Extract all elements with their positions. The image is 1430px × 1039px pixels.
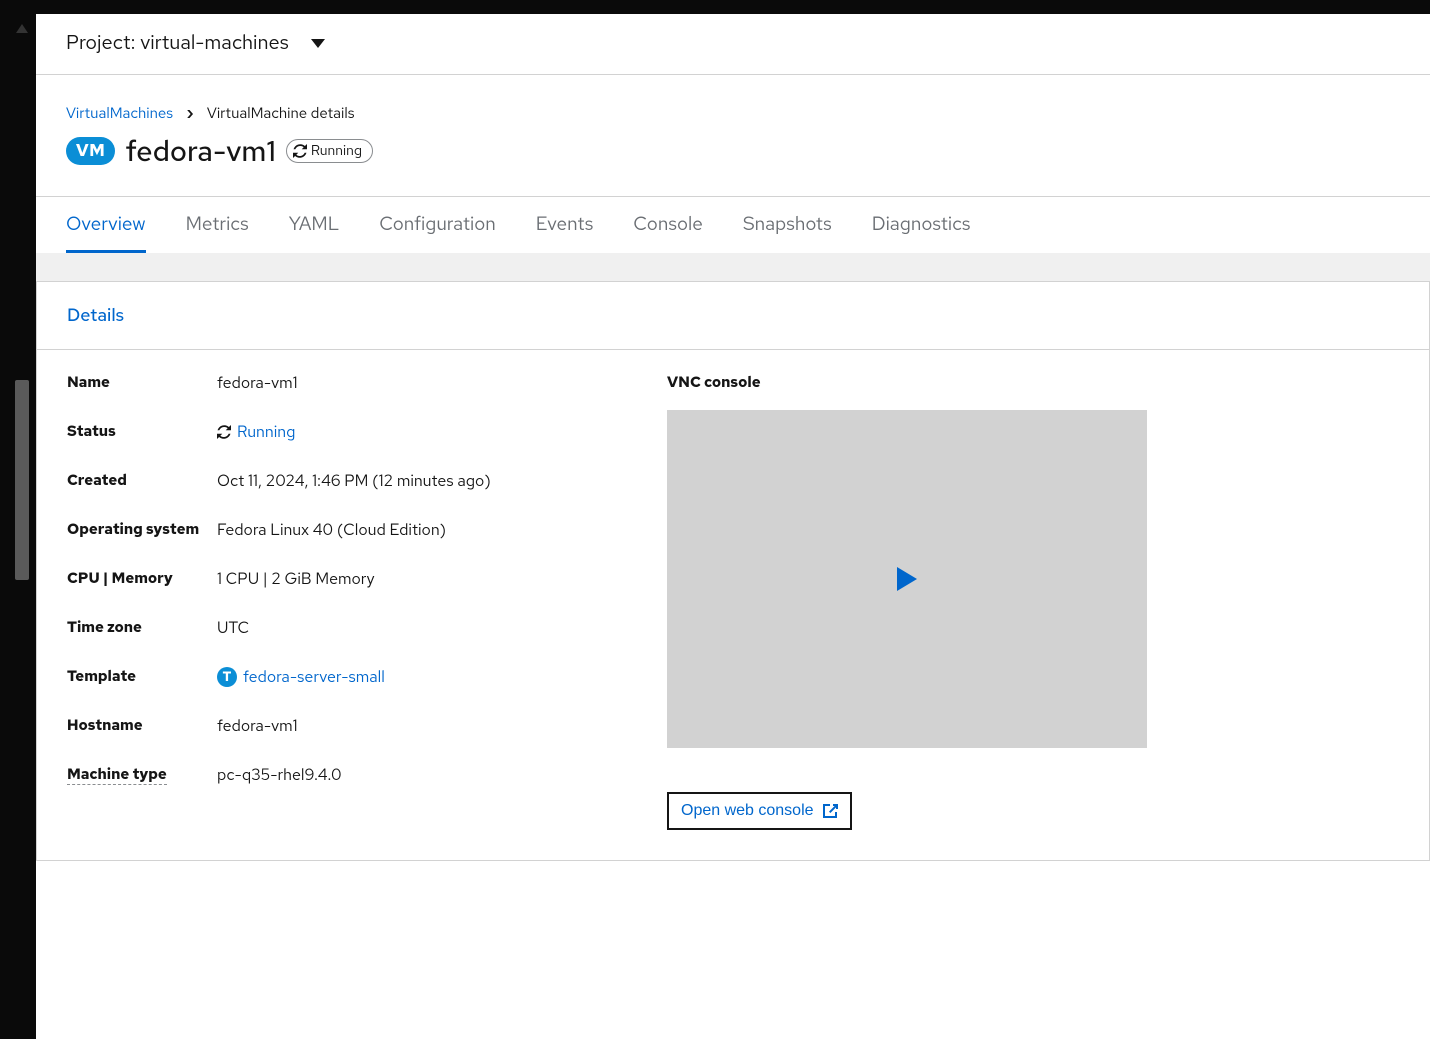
label-template: Template <box>67 666 136 686</box>
template-badge-icon: T <box>217 667 237 687</box>
tab-diagnostics[interactable]: Diagnostics <box>872 197 971 253</box>
label-machine-type: Machine type <box>67 764 167 785</box>
main-panel: Project: virtual-machines VirtualMachine… <box>36 14 1430 1039</box>
project-selector[interactable]: Project: virtual-machines <box>36 14 1430 75</box>
tab-events[interactable]: Events <box>536 197 594 253</box>
caret-down-icon <box>311 39 325 48</box>
value-template[interactable]: fedora-server-small <box>243 666 385 687</box>
value-hostname: fedora-vm1 <box>217 715 298 736</box>
breadcrumb-current: VirtualMachine details <box>207 103 355 123</box>
details-column: Name fedora-vm1 Status Running <box>67 372 627 830</box>
page-title: fedora-vm1 <box>125 131 276 170</box>
label-status: Status <box>67 421 116 441</box>
tab-configuration[interactable]: Configuration <box>379 197 495 253</box>
tab-overview[interactable]: Overview <box>66 197 146 253</box>
status-pill: Running <box>286 139 373 163</box>
label-cpu-memory: CPU | Memory <box>67 568 173 588</box>
value-cpu-memory: 1 CPU | 2 GiB Memory <box>217 568 375 589</box>
label-os: Operating system <box>67 519 199 539</box>
scrollbar-thumb[interactable] <box>15 380 29 580</box>
tab-console[interactable]: Console <box>633 197 703 253</box>
scrollbar-up-arrow[interactable] <box>16 24 28 33</box>
label-name: Name <box>67 372 110 392</box>
content-area: Details Name fedora-vm1 Status <box>36 253 1430 861</box>
label-created: Created <box>67 470 127 490</box>
value-timezone: UTC <box>217 617 249 638</box>
value-machine-type: pc-q35-rhel9.4.0 <box>217 764 342 785</box>
console-column: VNC console Open web console <box>667 372 1399 830</box>
value-status[interactable]: Running <box>237 421 295 442</box>
value-created: Oct 11, 2024, 1:46 PM (12 minutes ago) <box>217 470 491 491</box>
value-name: fedora-vm1 <box>217 372 298 393</box>
vnc-console-label: VNC console <box>667 372 1399 392</box>
label-timezone: Time zone <box>67 617 142 637</box>
tab-snapshots[interactable]: Snapshots <box>743 197 832 253</box>
value-os: Fedora Linux 40 (Cloud Edition) <box>217 519 446 540</box>
details-card: Details Name fedora-vm1 Status <box>36 281 1430 861</box>
tab-metrics[interactable]: Metrics <box>186 197 249 253</box>
open-web-console-label: Open web console <box>681 802 814 820</box>
tab-yaml[interactable]: YAML <box>289 197 340 253</box>
details-link[interactable]: Details <box>67 304 124 327</box>
chevron-right-icon: › <box>187 103 194 123</box>
open-web-console-button[interactable]: Open web console <box>667 792 852 830</box>
vm-badge: VM <box>66 137 115 165</box>
page-title-row: VM fedora-vm1 Running <box>36 123 1430 196</box>
status-pill-text: Running <box>311 142 362 160</box>
label-hostname: Hostname <box>67 715 143 735</box>
project-label: Project: virtual-machines <box>66 30 289 56</box>
breadcrumb-link-root[interactable]: VirtualMachines <box>66 103 173 123</box>
external-link-icon <box>822 803 838 819</box>
sync-icon <box>293 144 307 158</box>
tabs: Overview Metrics YAML Configuration Even… <box>36 196 1430 253</box>
play-icon <box>897 567 917 591</box>
sync-icon <box>217 425 231 439</box>
breadcrumb: VirtualMachines › VirtualMachine details <box>36 75 1430 123</box>
vnc-console-preview[interactable] <box>667 410 1147 748</box>
card-header: Details <box>37 282 1429 350</box>
